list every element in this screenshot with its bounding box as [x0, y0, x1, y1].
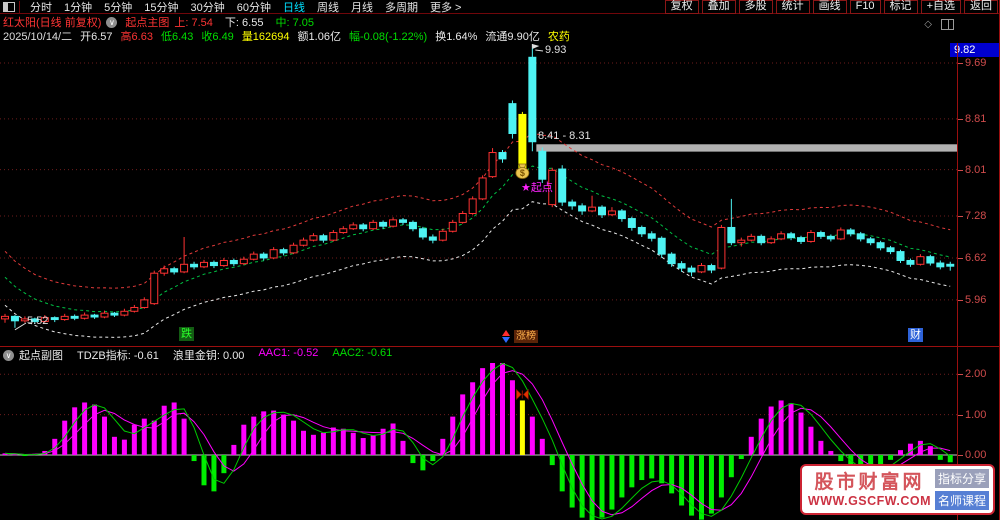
period-30分钟[interactable]: 30分钟 [191, 0, 225, 15]
indicator-values: TDZB指标: -0.61 浪里金钥: 0.00 AAC1: -0.52 AAC2: … [77, 347, 406, 363]
arrow-up-icon [502, 330, 510, 336]
indicator-axis-label: 0.00 [965, 449, 987, 461]
band-range-annotation: 8.41 - 8.31 [538, 130, 591, 142]
rank-badge[interactable]: 涨榜 [514, 330, 538, 343]
period-周线[interactable]: 周线 [317, 0, 339, 15]
indicator-value: AAC1: -0.52 [258, 347, 319, 359]
indicator-axis-label: 1.00 [965, 408, 987, 421]
window-split-icon[interactable] [3, 1, 15, 12]
period-1分钟[interactable]: 1分钟 [64, 0, 92, 15]
period-日线[interactable]: 日线 [283, 0, 305, 15]
axis-tick [958, 374, 963, 376]
quote-field: 额1.06亿 [297, 31, 341, 43]
quote-fields: 开6.57 高6.63 低6.43 收6.49 量162694 额1.06亿 幅-0.08(… [80, 28, 578, 44]
axis-tick [958, 257, 963, 259]
watermark: 股市财富网 WWW.GSCFW.COM 指标分享 名师课程 [800, 464, 995, 515]
top-menu-bar: 分时 1分钟 5分钟 15分钟 30分钟 60分钟 日线 周线 月线 多周期 更多 > 复权 叠加 多股… [0, 0, 1000, 14]
watermark-badges: 指标分享 名师课程 [934, 469, 989, 510]
quote-field: 换1.64% [435, 31, 478, 43]
fortune-badge[interactable]: 财 [908, 328, 923, 342]
up-down-arrows-icon[interactable] [502, 330, 510, 343]
indicator-value: 浪里金钥: 0.00 [172, 350, 245, 362]
axis-tick [958, 414, 963, 416]
indicator-value: TDZB指标: -0.61 [77, 350, 159, 362]
chevron-down-circle-icon[interactable]: ∨ [106, 16, 118, 28]
price-axis-label: 5.96 [965, 293, 987, 306]
start-signal-label: ★起点 [521, 182, 553, 194]
period-5分钟[interactable]: 5分钟 [104, 0, 132, 15]
button-统计[interactable]: 统计 [775, 0, 810, 14]
svg-text:$: $ [520, 168, 525, 178]
sub-chart-header: ∨ 起点副图 TDZB指标: -0.61 浪里金钥: 0.00 AAC1: -0.5… [0, 346, 1000, 363]
main-chart-canvas[interactable]: $ [0, 43, 958, 346]
quote-date: 2025/10/14/二 [3, 31, 73, 43]
price-axis-label: 8.81 [965, 112, 987, 125]
watermark-badge-share: 指标分享 [934, 469, 989, 488]
quote-field: 流通9.90亿 [485, 31, 540, 43]
indicator-axis-label: 2.00 [965, 368, 987, 381]
axis-tick [958, 118, 963, 120]
price-axis-label: 7.28 [965, 210, 987, 223]
quote-bar: 2025/10/14/二 开6.57 高6.63 低6.43 收6.49 量162694… [0, 29, 1000, 43]
watermark-badge-course: 名师课程 [934, 491, 989, 510]
button-复权[interactable]: 复权 [664, 0, 699, 14]
button-F10[interactable]: F10 [849, 0, 881, 14]
quote-field: 收6.49 [201, 31, 234, 43]
watermark-text: 股市财富网 WWW.GSCFW.COM [804, 472, 935, 508]
quote-field: 高6.63 [120, 31, 153, 43]
axis-tick [958, 169, 963, 171]
info-bar: 红太阳(日线 前复权) ∨ 起点主图 上: 7.54 下: 6.55 中: 7.05… [0, 15, 1000, 30]
button-+自选[interactable]: +自选 [920, 0, 961, 14]
trading-terminal: 分时 1分钟 5分钟 15分钟 30分钟 60分钟 日线 周线 月线 多周期 更多 > 复权 叠加 多股… [0, 0, 1000, 520]
watermark-url: WWW.GSCFW.COM [807, 493, 932, 508]
axis-tick [958, 299, 963, 301]
button-叠加[interactable]: 叠加 [701, 0, 736, 14]
price-axis-line [957, 43, 958, 520]
period-15分钟[interactable]: 15分钟 [144, 0, 178, 15]
low-price-annotation: 5.52 [27, 315, 49, 327]
period-分时[interactable]: 分时 [30, 0, 52, 15]
axis-tick [958, 63, 963, 64]
period-月线[interactable]: 月线 [351, 0, 373, 15]
button-返回[interactable]: 返回 [964, 0, 998, 14]
main-chart[interactable]: $ 9.82 9.93 8.41 - 8.31 5.52 ★起点 跌 涨榜 财 … [0, 43, 1000, 346]
toolbar-buttons: 复权 叠加 多股 统计 画线 F10 标记 +自选 返回 [662, 0, 998, 14]
chevron-down-circle-icon[interactable]: ∨ [3, 349, 14, 361]
peak-price-annotation: 9.93 [545, 44, 567, 56]
price-axis-label: 8.01 [965, 163, 987, 176]
period-60分钟[interactable]: 60分钟 [237, 0, 271, 15]
diamond-icon[interactable]: ◇ [924, 19, 932, 30]
money-bag-icon: $ [515, 163, 530, 179]
period-多周期[interactable]: 多周期 [385, 0, 418, 15]
button-画线[interactable]: 画线 [812, 0, 847, 14]
quote-field: 幅-0.08(-1.22%) [348, 31, 428, 43]
period-menu: 分时 1分钟 5分钟 15分钟 30分钟 60分钟 日线 周线 月线 多周期 更多 > [24, 0, 467, 15]
quote-field: 量162694 [241, 31, 290, 43]
axis-tick [958, 455, 963, 456]
axis-tick [958, 216, 963, 218]
watermark-title: 股市财富网 [814, 471, 925, 493]
quote-field: 开6.57 [80, 31, 113, 43]
butterfly-icon [516, 388, 529, 401]
button-多股[interactable]: 多股 [738, 0, 773, 14]
menu-more[interactable]: 更多 > [430, 0, 461, 15]
quote-field: 农药 [547, 31, 570, 43]
price-axis-label: 9.69 [965, 57, 987, 69]
arrow-down-icon [502, 337, 510, 343]
sub-panel-name[interactable]: 起点副图 [19, 347, 63, 363]
price-axis-label: 6.62 [965, 251, 987, 264]
indicator-value: AAC2: -0.61 [332, 347, 393, 359]
divider [19, 0, 20, 13]
fall-badge[interactable]: 跌 [179, 327, 194, 341]
button-标记[interactable]: 标记 [883, 0, 918, 14]
quote-field: 低6.43 [160, 31, 194, 43]
